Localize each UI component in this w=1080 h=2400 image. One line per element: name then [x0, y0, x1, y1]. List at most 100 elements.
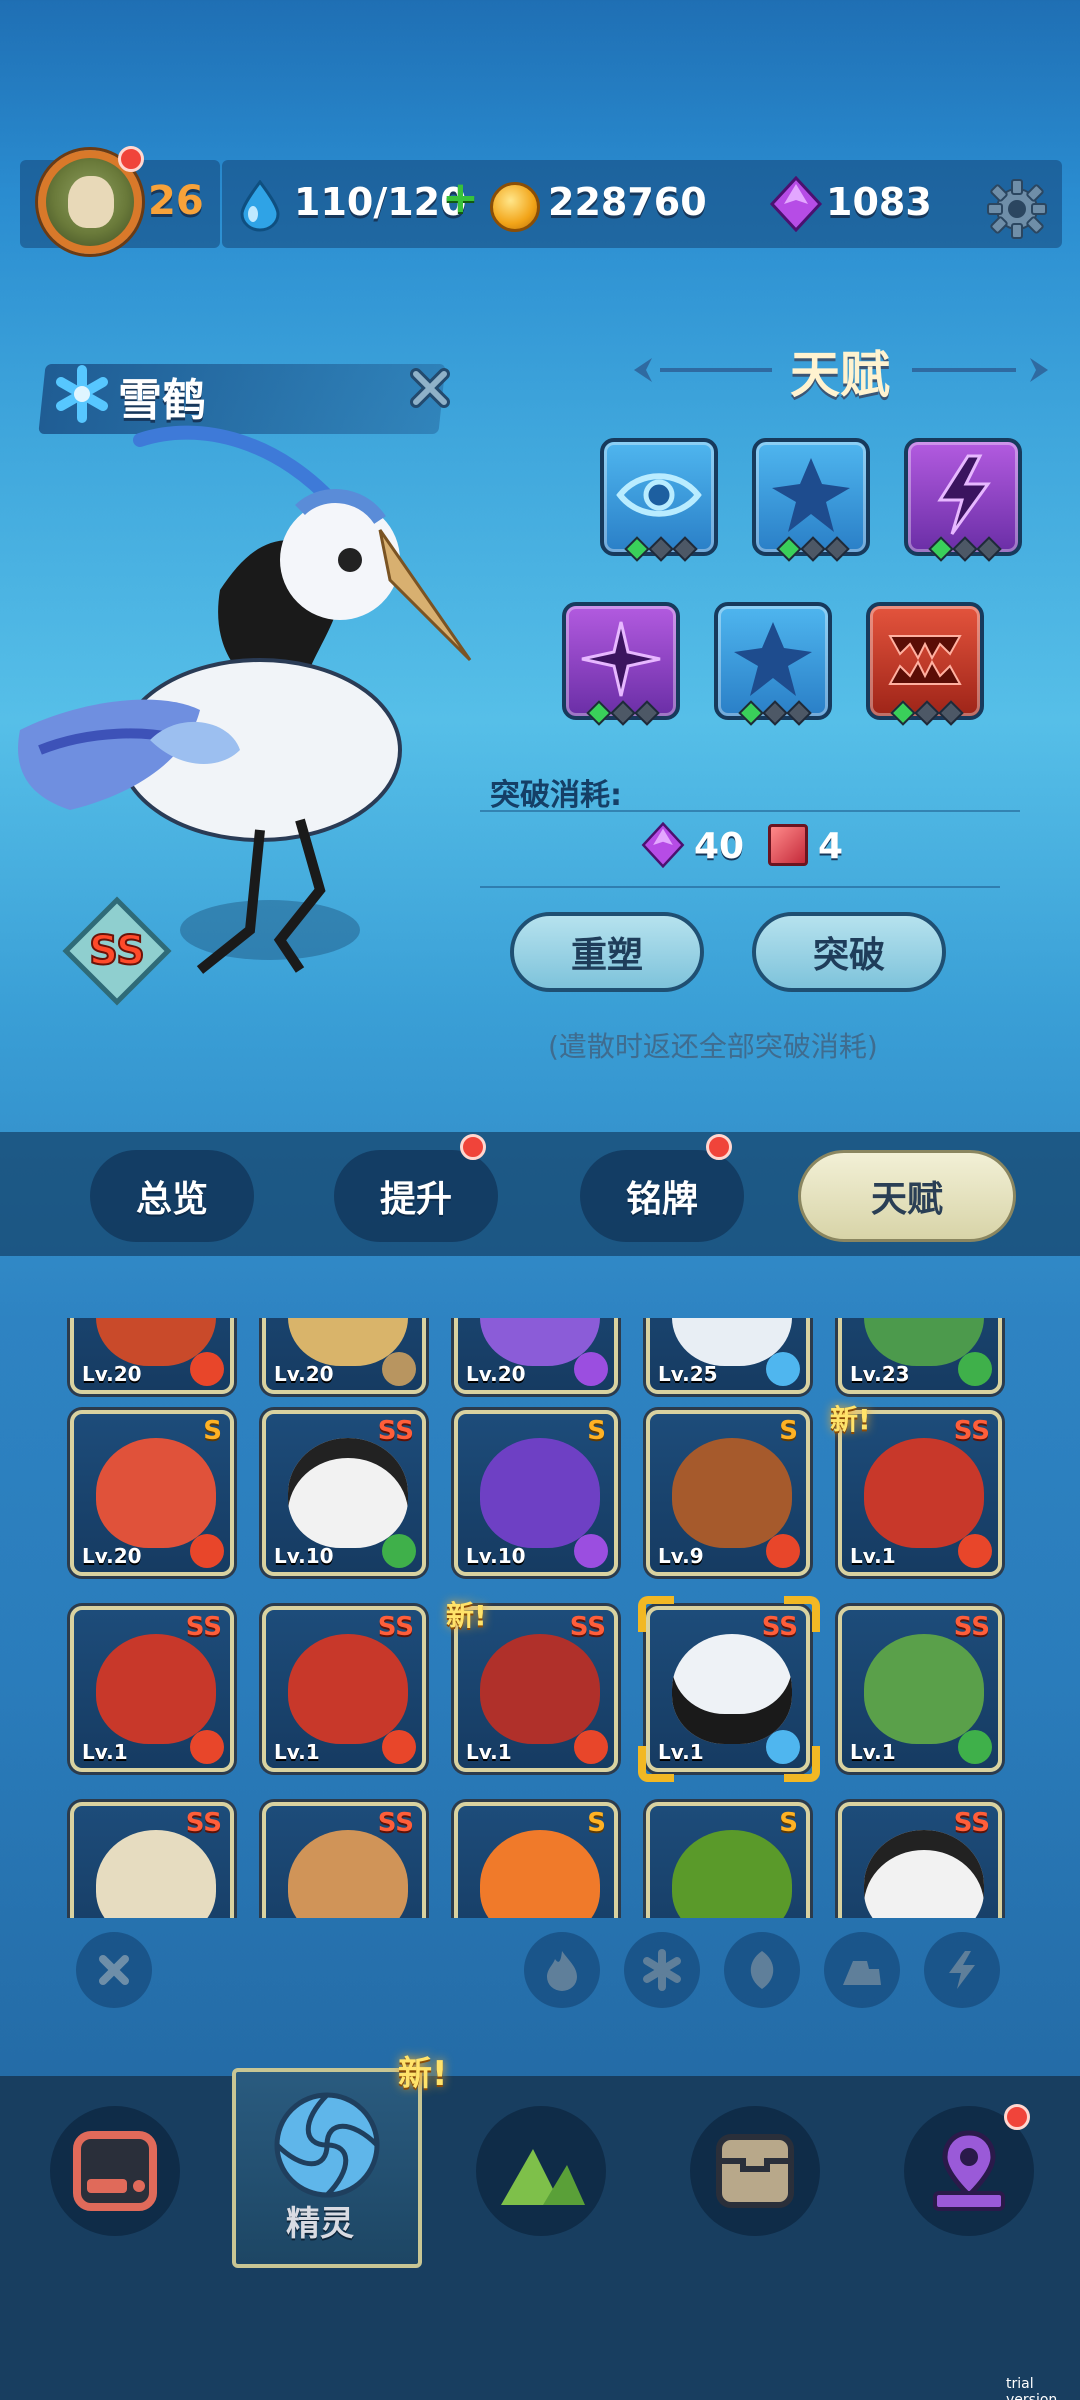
- lightning-element-icon: [574, 1352, 608, 1386]
- player-level: 26: [148, 178, 204, 224]
- fang-icon: [888, 635, 962, 685]
- earth-filter-icon: [843, 1961, 881, 1985]
- reset-button[interactable]: 重塑: [510, 912, 704, 992]
- creature-card[interactable]: SS: [70, 1802, 234, 1918]
- leaf-element-icon: [958, 1352, 992, 1386]
- creature-card[interactable]: SS: [262, 1802, 426, 1918]
- selection-corner: [638, 1746, 674, 1782]
- talent-title: 天赋: [790, 346, 890, 404]
- creature-card[interactable]: S Lv.10: [454, 1410, 618, 1576]
- earth-filter-button[interactable]: [824, 1932, 900, 2008]
- creature-card[interactable]: Lv.23: [838, 1318, 1002, 1394]
- rank-label: SS: [377, 1808, 414, 1838]
- rank-label: SS: [377, 1612, 414, 1642]
- creature-card[interactable]: Lv.20: [454, 1318, 618, 1394]
- fire-element-icon: [190, 1352, 224, 1386]
- fire-element-icon: [190, 1534, 224, 1568]
- gem-value: 1083: [826, 180, 932, 224]
- talent-slot-3[interactable]: [904, 438, 1022, 562]
- fire-filter-button[interactable]: [524, 1932, 600, 2008]
- ice-filter-button[interactable]: [624, 1932, 700, 2008]
- creature-card[interactable]: S: [454, 1802, 618, 1918]
- creature-card[interactable]: Lv.20: [262, 1318, 426, 1394]
- avatar-badge: [118, 146, 144, 172]
- nav-inventory-button[interactable]: [690, 2106, 820, 2236]
- talent-slot-5[interactable]: [714, 602, 832, 726]
- rank-label: S: [203, 1416, 222, 1446]
- tab-overview[interactable]: 总览: [90, 1150, 254, 1242]
- lightning-icon: [937, 454, 991, 535]
- creature-card[interactable]: SS Lv.10: [262, 1410, 426, 1576]
- leaf-element-icon: [382, 1534, 416, 1568]
- energy-value: 110/120: [294, 180, 467, 224]
- talent-slot-6[interactable]: [866, 602, 984, 726]
- ice-filter-icon: [643, 1949, 681, 1991]
- creature-card[interactable]: SS Lv.1: [838, 1606, 1002, 1772]
- creature-card[interactable]: S Lv.9: [646, 1410, 810, 1576]
- rank-label: SS: [377, 1416, 414, 1446]
- eye-icon: [616, 473, 702, 517]
- gem-icon: [641, 822, 685, 868]
- coin-value: 228760: [548, 180, 707, 224]
- selection-corner: [784, 1746, 820, 1782]
- clear-filter-button[interactable]: [76, 1932, 152, 2008]
- gem-icon: [769, 176, 823, 232]
- rank-text: SS: [89, 928, 145, 974]
- nav-new-tag: 新!: [398, 2054, 448, 2094]
- rank-label: SS: [953, 1612, 990, 1642]
- shop-icon: [73, 2131, 157, 2211]
- fire-element-icon: [382, 1730, 416, 1764]
- breakthrough-cost-label: 突破消耗:: [490, 778, 622, 813]
- talent-slot-1[interactable]: [600, 438, 718, 562]
- creature-grid: Lv.20 Lv.20 Lv.20 Lv.25 Lv.23 S Lv.20 SS…: [64, 1318, 1014, 1918]
- add-energy-icon[interactable]: +: [442, 172, 479, 223]
- ice-element-icon: [766, 1352, 800, 1386]
- cost-book-value: 4: [818, 826, 844, 867]
- creature-card[interactable]: SS: [838, 1802, 1002, 1918]
- lightning-filter-button[interactable]: [924, 1932, 1000, 2008]
- selection-corner: [638, 1596, 674, 1632]
- nav-shop-button[interactable]: [50, 2106, 180, 2236]
- cost-gem-value: 40: [694, 826, 745, 867]
- spike-ball-icon: [772, 458, 850, 532]
- tab-talent[interactable]: 天赋: [798, 1150, 1016, 1242]
- rank-label: S: [587, 1416, 606, 1446]
- rank-label: S: [779, 1808, 798, 1838]
- close-filter-icon: [99, 1955, 129, 1985]
- creature-card[interactable]: SS Lv.1: [262, 1606, 426, 1772]
- tab-nameplate[interactable]: 铭牌: [580, 1150, 744, 1242]
- rank-label: SS: [185, 1808, 222, 1838]
- watermark: trial version: [1006, 2376, 1058, 2400]
- new-tag: 新!: [446, 1599, 487, 1632]
- leaf-filter-button[interactable]: [724, 1932, 800, 2008]
- earth-element-icon: [382, 1352, 416, 1386]
- nav-spirit-label: 精灵: [286, 2204, 354, 2244]
- rank-badge: SS: [62, 896, 172, 1006]
- breakthrough-button[interactable]: 突破: [752, 912, 946, 992]
- adventure-icon: [501, 2149, 585, 2205]
- rank-label: S: [587, 1808, 606, 1838]
- new-tag: 新!: [830, 1403, 871, 1436]
- close-icon[interactable]: [404, 362, 456, 414]
- tab-nameplate-badge: [706, 1134, 732, 1160]
- right-ornament-icon: [1030, 358, 1048, 382]
- fire-element-icon: [190, 1730, 224, 1764]
- talent-slot-4[interactable]: [562, 602, 680, 726]
- fire-element-icon: [958, 1534, 992, 1568]
- rank-label: SS: [569, 1612, 606, 1642]
- creature-card[interactable]: SS Lv.1: [70, 1606, 234, 1772]
- creature-card[interactable]: S: [646, 1802, 810, 1918]
- spike-ball-icon: [734, 622, 812, 696]
- creature-card[interactable]: S Lv.20: [70, 1410, 234, 1576]
- nav-adventure-button[interactable]: [476, 2106, 606, 2236]
- reset-note: (遣散时返还全部突破消耗): [548, 1030, 878, 1063]
- creature-card[interactable]: Lv.25: [646, 1318, 810, 1394]
- spirit-icon: [274, 2092, 380, 2198]
- cost-divider-bottom: [480, 886, 1000, 888]
- tab-upgrade[interactable]: 提升: [334, 1150, 498, 1242]
- talent-slot-2[interactable]: [752, 438, 870, 562]
- gear-icon[interactable]: [984, 176, 1050, 242]
- water-drop-icon: [240, 180, 280, 232]
- creature-card[interactable]: Lv.20: [70, 1318, 234, 1394]
- leaf-element-icon: [958, 1730, 992, 1764]
